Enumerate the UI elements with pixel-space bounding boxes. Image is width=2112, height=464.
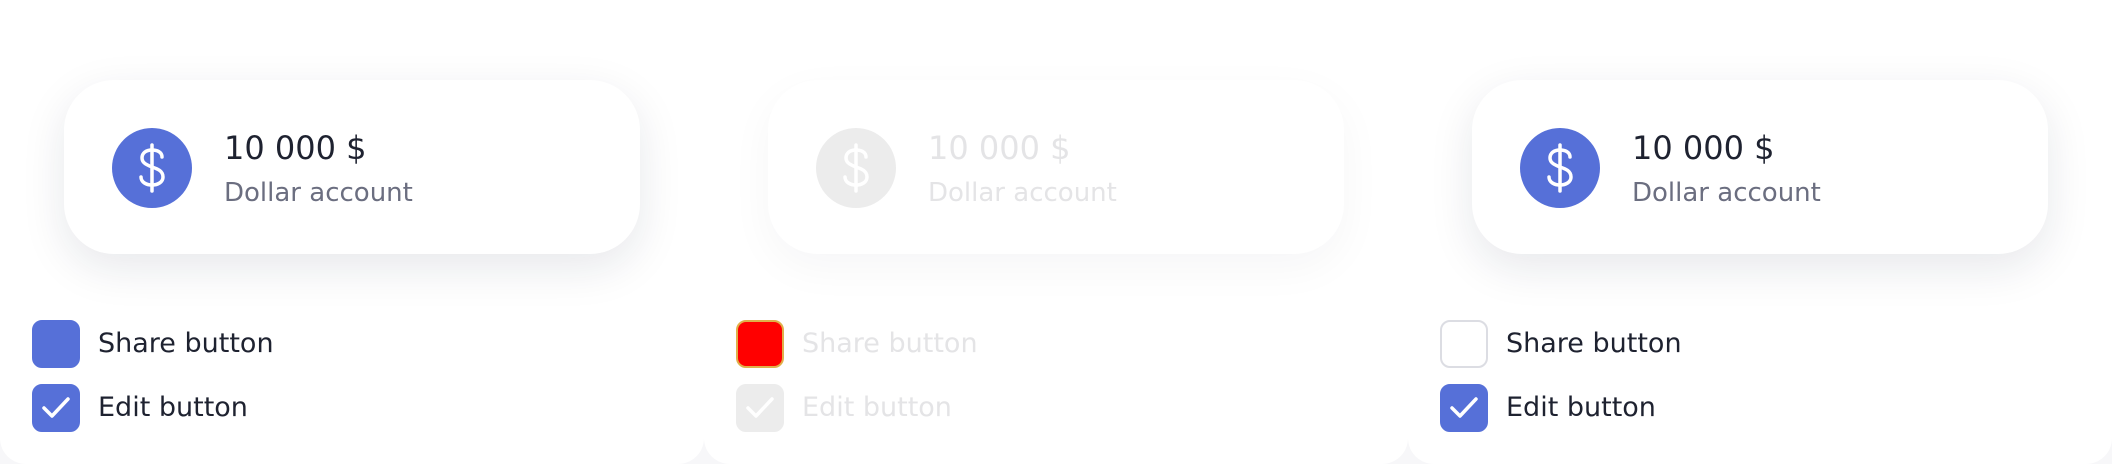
account-amount: 10 000 $ [224,129,367,167]
edit-option-label: Edit button [98,392,248,423]
share-option-label: Share button [802,328,978,359]
share-button-option[interactable]: Share button [32,320,274,368]
checkmark-icon [1450,397,1478,418]
checkmark-icon [746,397,774,418]
variant-panel-unchecked: 10 000 $ Dollar account Share button Edi… [1408,0,2112,464]
account-amount: 10 000 $ [928,129,1071,167]
edit-option-label: Edit button [1506,392,1656,423]
account-name: Dollar account [1632,178,1821,208]
dollar-icon [1520,128,1600,208]
account-card: 10 000 $ Dollar account [768,80,1344,254]
share-button-option: Share button [736,320,978,368]
edit-button-option[interactable]: Edit button [1440,384,1656,432]
share-option-label: Share button [98,328,274,359]
share-button-option[interactable]: Share button [1440,320,1682,368]
share-checkbox [736,320,784,368]
variants-canvas: 10 000 $ Dollar account Share button Edi… [0,0,2112,464]
edit-button-option: Edit button [736,384,952,432]
edit-checkbox [736,384,784,432]
variant-panel-disabled: 10 000 $ Dollar account Share button Edi… [704,0,1408,464]
account-card[interactable]: 10 000 $ Dollar account [1472,80,2048,254]
share-option-label: Share button [1506,328,1682,359]
edit-option-label: Edit button [802,392,952,423]
account-amount: 10 000 $ [1632,129,1775,167]
account-name: Dollar account [928,178,1117,208]
share-checkbox[interactable] [32,320,80,368]
checkmark-icon [42,397,70,418]
account-card[interactable]: 10 000 $ Dollar account [64,80,640,254]
variant-panel-default: 10 000 $ Dollar account Share button Edi… [0,0,704,464]
dollar-icon [816,128,896,208]
share-checkbox[interactable] [1440,320,1488,368]
edit-checkbox[interactable] [32,384,80,432]
account-name: Dollar account [224,178,413,208]
dollar-icon [112,128,192,208]
edit-checkbox[interactable] [1440,384,1488,432]
edit-button-option[interactable]: Edit button [32,384,248,432]
